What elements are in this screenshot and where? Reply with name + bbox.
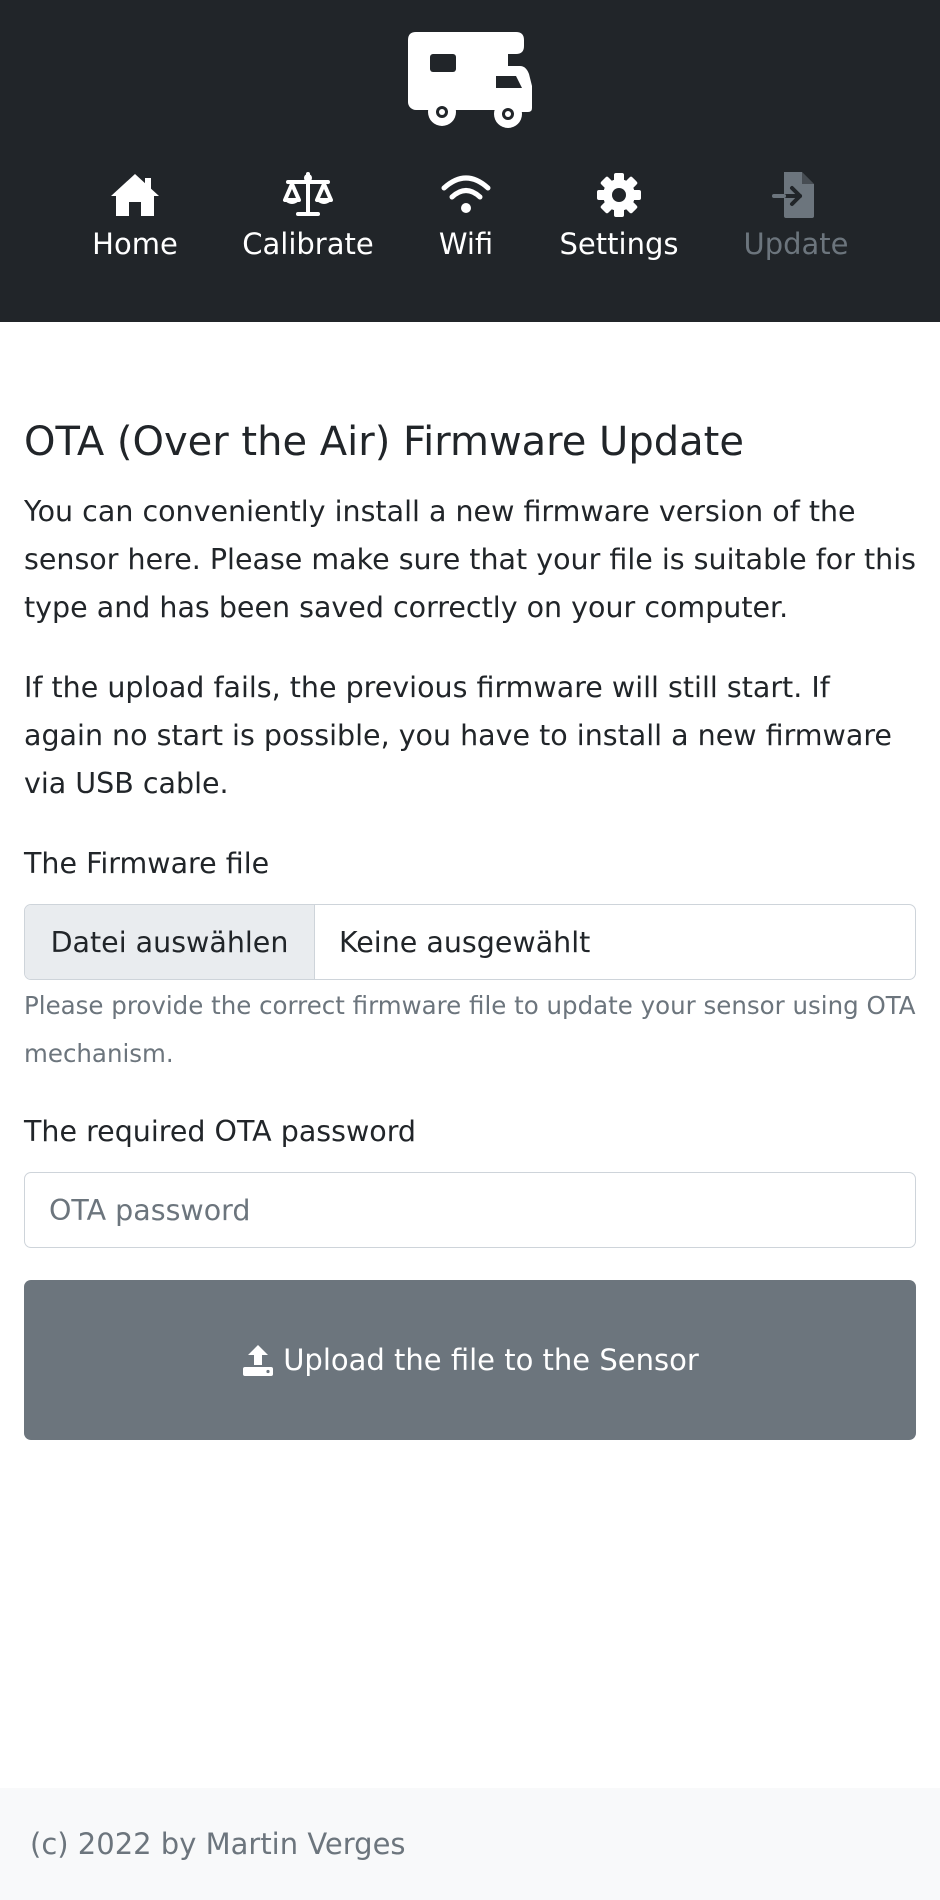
intro-paragraph: You can conveniently install a new firmw… — [24, 495, 916, 624]
fallback-paragraph: If the upload fails, the previous firmwa… — [24, 671, 892, 800]
camper-van-icon[interactable] — [408, 30, 532, 128]
footer: (c) 2022 by Martin Verges — [0, 1788, 940, 1900]
upload-button[interactable]: Upload the file to the Sensor — [24, 1280, 916, 1440]
nav-update[interactable]: Update — [738, 170, 854, 270]
upload-icon — [243, 1345, 274, 1376]
nav-home-label: Home — [92, 227, 178, 261]
upload-button-label: Upload the file to the Sensor — [283, 1343, 699, 1377]
wifi-icon — [441, 175, 491, 213]
firmware-file-input[interactable]: Datei auswählen Keine ausgewählt — [24, 904, 916, 980]
firmware-file-label: The Firmware file — [24, 847, 270, 880]
ota-password-label: The required OTA password — [24, 1115, 417, 1148]
main-nav: Home Calibrate Wifi Settings Update — [0, 170, 940, 280]
file-status-text: Keine ausgewählt — [339, 925, 591, 959]
nav-wifi[interactable]: Wifi — [432, 170, 500, 270]
nav-settings-label: Settings — [559, 227, 679, 261]
nav-wifi-label: Wifi — [438, 227, 494, 261]
nav-update-label: Update — [743, 227, 849, 261]
scale-balanced-icon — [283, 172, 333, 216]
copyright-text: (c) 2022 by Martin Verges — [30, 1827, 406, 1861]
nav-home[interactable]: Home — [90, 170, 180, 270]
gear-icon — [597, 173, 641, 217]
ota-password-input[interactable] — [24, 1172, 916, 1248]
choose-file-button[interactable]: Datei auswählen — [25, 905, 315, 979]
nav-calibrate-label: Calibrate — [242, 227, 374, 261]
firmware-help-text: Please provide the correct firmware file… — [24, 991, 916, 1068]
nav-settings[interactable]: Settings — [556, 170, 682, 270]
page-title: OTA (Over the Air) Firmware Update — [24, 419, 744, 465]
home-icon — [111, 174, 159, 216]
navbar: Home Calibrate Wifi Settings Update — [0, 0, 940, 322]
file-import-icon — [772, 172, 814, 218]
nav-calibrate[interactable]: Calibrate — [238, 170, 378, 270]
